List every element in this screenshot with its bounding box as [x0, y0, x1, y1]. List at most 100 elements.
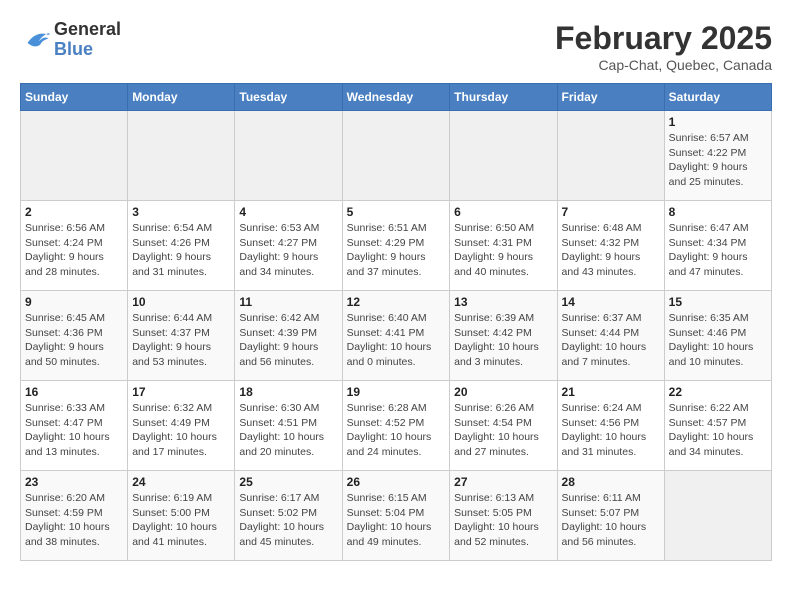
- calendar-body: 1 Sunrise: 6:57 AM Sunset: 4:22 PM Daylig…: [21, 111, 772, 561]
- day-number: 14: [562, 295, 660, 309]
- day-number: 16: [25, 385, 123, 399]
- day-number: 19: [347, 385, 446, 399]
- weekday-header-tuesday: Tuesday: [235, 84, 342, 111]
- day-number: 2: [25, 205, 123, 219]
- calendar-cell: [128, 111, 235, 201]
- day-info: Sunrise: 6:56 AM Sunset: 4:24 PM Dayligh…: [25, 221, 123, 280]
- day-number: 20: [454, 385, 552, 399]
- weekday-row: SundayMondayTuesdayWednesdayThursdayFrid…: [21, 84, 772, 111]
- day-info: Sunrise: 6:44 AM Sunset: 4:37 PM Dayligh…: [132, 311, 230, 370]
- calendar-cell: 16Sunrise: 6:33 AM Sunset: 4:47 PM Dayli…: [21, 381, 128, 471]
- calendar-cell: 1 Sunrise: 6:57 AM Sunset: 4:22 PM Daylig…: [664, 111, 771, 201]
- day-info: Sunrise: 6:24 AM Sunset: 4:56 PM Dayligh…: [562, 401, 660, 460]
- calendar-week-5: 23 Sunrise: 6:20 AM Sunset: 4:59 PM Dayli…: [21, 471, 772, 561]
- logo-icon: [20, 28, 50, 52]
- calendar-cell: 17Sunrise: 6:32 AM Sunset: 4:49 PM Dayli…: [128, 381, 235, 471]
- logo-general: General: [54, 19, 121, 39]
- weekday-header-saturday: Saturday: [664, 84, 771, 111]
- day-number: 12: [347, 295, 446, 309]
- day-number: 11: [239, 295, 337, 309]
- calendar-cell: 27 Sunrise: 6:13 AM Sunset: 5:05 PM Dayli…: [450, 471, 557, 561]
- calendar-cell: 4Sunrise: 6:53 AM Sunset: 4:27 PM Daylig…: [235, 201, 342, 291]
- calendar-cell: [342, 111, 450, 201]
- calendar-cell: 26 Sunrise: 6:15 AM Sunset: 5:04 PM Dayli…: [342, 471, 450, 561]
- day-info: Sunrise: 6:50 AM Sunset: 4:31 PM Dayligh…: [454, 221, 552, 280]
- calendar-cell: 13 Sunrise: 6:39 AM Sunset: 4:42 PM Dayli…: [450, 291, 557, 381]
- calendar-cell: 8Sunrise: 6:47 AM Sunset: 4:34 PM Daylig…: [664, 201, 771, 291]
- day-info: Sunrise: 6:22 AM Sunset: 4:57 PM Dayligh…: [669, 401, 767, 460]
- day-info: Sunrise: 6:42 AM Sunset: 4:39 PM Dayligh…: [239, 311, 337, 370]
- calendar-cell: 19Sunrise: 6:28 AM Sunset: 4:52 PM Dayli…: [342, 381, 450, 471]
- day-number: 17: [132, 385, 230, 399]
- day-info: Sunrise: 6:17 AM Sunset: 5:02 PM Dayligh…: [239, 491, 337, 550]
- day-number: 23: [25, 475, 123, 489]
- day-number: 28: [562, 475, 660, 489]
- calendar-week-4: 16Sunrise: 6:33 AM Sunset: 4:47 PM Dayli…: [21, 381, 772, 471]
- title-area: February 2025 Cap-Chat, Quebec, Canada: [555, 20, 772, 73]
- day-info: Sunrise: 6:30 AM Sunset: 4:51 PM Dayligh…: [239, 401, 337, 460]
- calendar-cell: 6 Sunrise: 6:50 AM Sunset: 4:31 PM Daylig…: [450, 201, 557, 291]
- day-number: 9: [25, 295, 123, 309]
- calendar-header: SundayMondayTuesdayWednesdayThursdayFrid…: [21, 84, 772, 111]
- calendar-cell: [450, 111, 557, 201]
- calendar-cell: 25 Sunrise: 6:17 AM Sunset: 5:02 PM Dayli…: [235, 471, 342, 561]
- day-number: 6: [454, 205, 552, 219]
- day-info: Sunrise: 6:15 AM Sunset: 5:04 PM Dayligh…: [347, 491, 446, 550]
- calendar-cell: 7 Sunrise: 6:48 AM Sunset: 4:32 PM Daylig…: [557, 201, 664, 291]
- calendar-cell: [21, 111, 128, 201]
- day-info: Sunrise: 6:39 AM Sunset: 4:42 PM Dayligh…: [454, 311, 552, 370]
- day-info: Sunrise: 6:54 AM Sunset: 4:26 PM Dayligh…: [132, 221, 230, 280]
- calendar-cell: 21 Sunrise: 6:24 AM Sunset: 4:56 PM Dayli…: [557, 381, 664, 471]
- calendar-cell: 15 Sunrise: 6:35 AM Sunset: 4:46 PM Dayli…: [664, 291, 771, 381]
- weekday-header-thursday: Thursday: [450, 84, 557, 111]
- day-info: Sunrise: 6:13 AM Sunset: 5:05 PM Dayligh…: [454, 491, 552, 550]
- calendar-week-1: 1 Sunrise: 6:57 AM Sunset: 4:22 PM Daylig…: [21, 111, 772, 201]
- day-info: Sunrise: 6:48 AM Sunset: 4:32 PM Dayligh…: [562, 221, 660, 280]
- day-number: 15: [669, 295, 767, 309]
- day-number: 25: [239, 475, 337, 489]
- day-info: Sunrise: 6:45 AM Sunset: 4:36 PM Dayligh…: [25, 311, 123, 370]
- day-number: 21: [562, 385, 660, 399]
- calendar-cell: 18 Sunrise: 6:30 AM Sunset: 4:51 PM Dayli…: [235, 381, 342, 471]
- day-number: 1: [669, 115, 767, 129]
- day-info: Sunrise: 6:37 AM Sunset: 4:44 PM Dayligh…: [562, 311, 660, 370]
- day-info: Sunrise: 6:57 AM Sunset: 4:22 PM Dayligh…: [669, 131, 767, 190]
- day-info: Sunrise: 6:11 AM Sunset: 5:07 PM Dayligh…: [562, 491, 660, 550]
- logo: General Blue: [20, 20, 121, 60]
- weekday-header-monday: Monday: [128, 84, 235, 111]
- calendar-cell: 11 Sunrise: 6:42 AM Sunset: 4:39 PM Dayli…: [235, 291, 342, 381]
- day-info: Sunrise: 6:20 AM Sunset: 4:59 PM Dayligh…: [25, 491, 123, 550]
- header: General Blue February 2025 Cap-Chat, Que…: [20, 20, 772, 73]
- day-number: 4: [239, 205, 337, 219]
- day-info: Sunrise: 6:35 AM Sunset: 4:46 PM Dayligh…: [669, 311, 767, 370]
- day-number: 7: [562, 205, 660, 219]
- day-number: 18: [239, 385, 337, 399]
- calendar-cell: 24Sunrise: 6:19 AM Sunset: 5:00 PM Dayli…: [128, 471, 235, 561]
- calendar-cell: [664, 471, 771, 561]
- day-number: 24: [132, 475, 230, 489]
- calendar-cell: 14 Sunrise: 6:37 AM Sunset: 4:44 PM Dayli…: [557, 291, 664, 381]
- calendar-cell: 20Sunrise: 6:26 AM Sunset: 4:54 PM Dayli…: [450, 381, 557, 471]
- day-number: 26: [347, 475, 446, 489]
- day-number: 5: [347, 205, 446, 219]
- day-number: 8: [669, 205, 767, 219]
- day-number: 3: [132, 205, 230, 219]
- calendar-week-2: 2 Sunrise: 6:56 AM Sunset: 4:24 PM Daylig…: [21, 201, 772, 291]
- calendar-cell: 10Sunrise: 6:44 AM Sunset: 4:37 PM Dayli…: [128, 291, 235, 381]
- calendar-cell: 5 Sunrise: 6:51 AM Sunset: 4:29 PM Daylig…: [342, 201, 450, 291]
- weekday-header-sunday: Sunday: [21, 84, 128, 111]
- month-title: February 2025: [555, 20, 772, 57]
- calendar-cell: [235, 111, 342, 201]
- day-number: 13: [454, 295, 552, 309]
- logo-blue: Blue: [54, 39, 93, 59]
- calendar-cell: 23 Sunrise: 6:20 AM Sunset: 4:59 PM Dayli…: [21, 471, 128, 561]
- weekday-header-wednesday: Wednesday: [342, 84, 450, 111]
- calendar-cell: 22Sunrise: 6:22 AM Sunset: 4:57 PM Dayli…: [664, 381, 771, 471]
- calendar-cell: [557, 111, 664, 201]
- calendar-cell: 9 Sunrise: 6:45 AM Sunset: 4:36 PM Daylig…: [21, 291, 128, 381]
- day-number: 27: [454, 475, 552, 489]
- location-subtitle: Cap-Chat, Quebec, Canada: [555, 57, 772, 73]
- calendar-table: SundayMondayTuesdayWednesdayThursdayFrid…: [20, 83, 772, 561]
- calendar-week-3: 9 Sunrise: 6:45 AM Sunset: 4:36 PM Daylig…: [21, 291, 772, 381]
- day-info: Sunrise: 6:51 AM Sunset: 4:29 PM Dayligh…: [347, 221, 446, 280]
